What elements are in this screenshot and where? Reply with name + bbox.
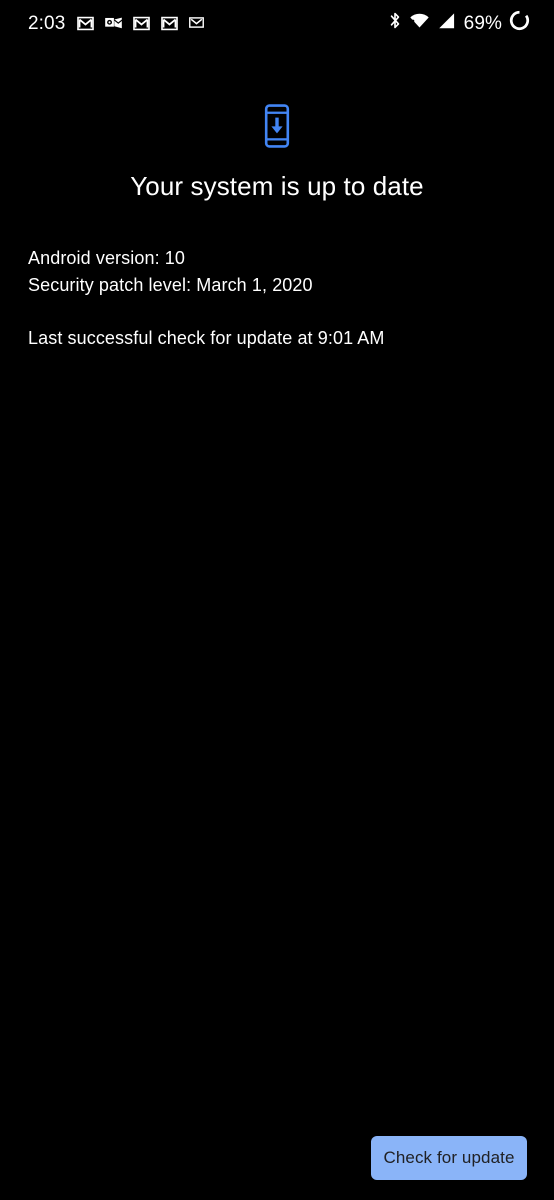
system-update-illustration <box>0 104 554 153</box>
gmail-icon <box>160 14 179 33</box>
bluetooth-icon <box>388 11 402 35</box>
gmail-icon <box>132 14 151 33</box>
phone-download-icon <box>262 104 292 153</box>
page-title: Your system is up to date <box>130 171 424 201</box>
system-update-screen: 2:03 69% Your system is up to date Andro… <box>0 0 554 1200</box>
status-bar: 2:03 69% <box>0 0 554 46</box>
wifi-icon <box>409 12 430 34</box>
battery-percentage-label: 69% <box>463 12 502 34</box>
status-bar-right-group: 69% <box>388 10 530 36</box>
android-version-label: Android version: 10 <box>28 248 185 268</box>
cellular-signal-icon <box>437 12 456 35</box>
status-bar-left-group: 2:03 <box>28 14 207 33</box>
gmail-icon <box>76 14 95 33</box>
check-for-update-button[interactable]: Check for update <box>371 1136 527 1180</box>
outlook-icon <box>104 14 123 33</box>
status-bar-clock: 2:03 <box>28 12 66 34</box>
last-check-label: Last successful check for update at 9:01… <box>28 328 385 348</box>
security-patch-level-label: Security patch level: March 1, 2020 <box>28 275 313 295</box>
battery-charging-icon <box>509 10 530 36</box>
gmail-icon <box>188 14 207 33</box>
version-info-block: Android version: 10 Security patch level… <box>28 245 526 299</box>
